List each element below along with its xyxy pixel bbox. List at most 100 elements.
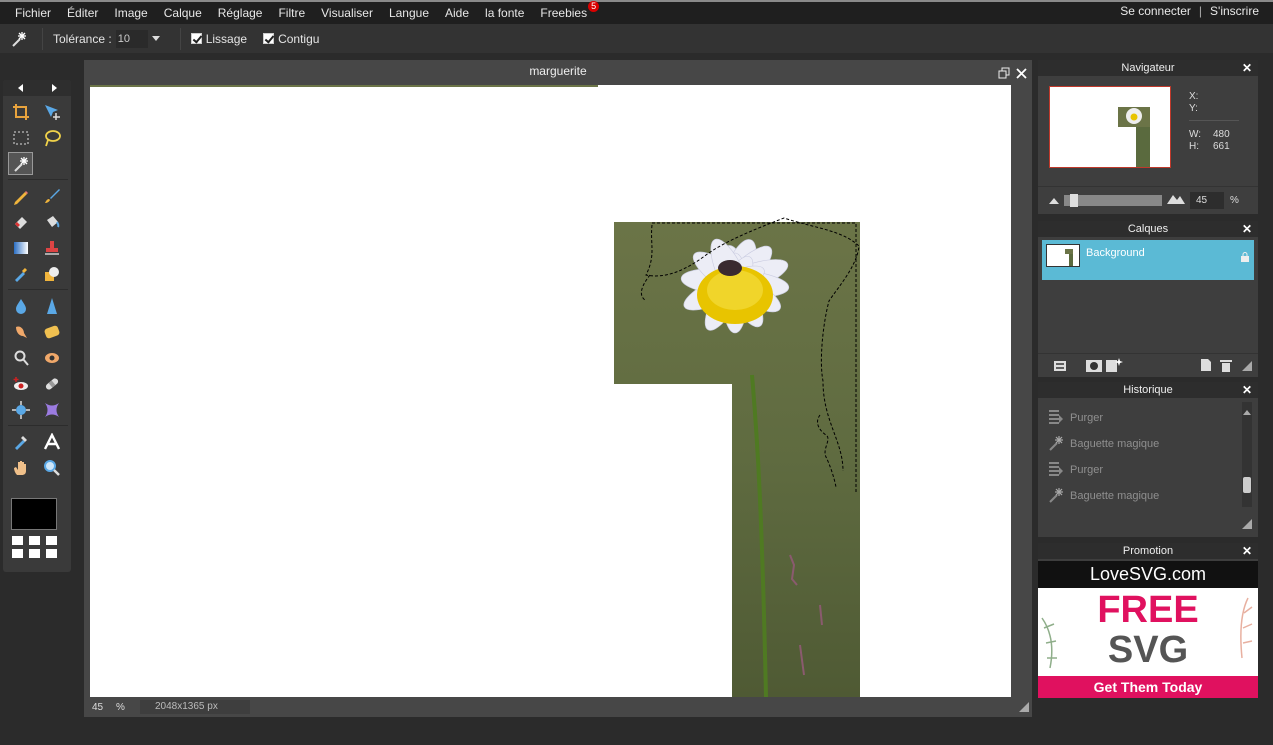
menu-language[interactable]: Langue xyxy=(381,6,437,20)
history-item[interactable]: Baguette magique xyxy=(1048,434,1159,454)
smudge-tool[interactable] xyxy=(8,320,33,343)
smoothing-checkbox[interactable] xyxy=(190,33,202,44)
options-divider xyxy=(42,27,43,50)
promotion-title: Promotion xyxy=(1122,545,1174,557)
brush-tool[interactable] xyxy=(39,184,64,207)
menu-help[interactable]: Aide xyxy=(437,6,477,20)
grid-cell xyxy=(29,549,40,558)
sharpen-tool[interactable] xyxy=(39,294,64,317)
toolbox-right-arrow-icon[interactable] xyxy=(51,84,57,92)
history-item-label: Purger xyxy=(1070,464,1104,476)
grid-cell xyxy=(12,536,23,545)
layers-close-icon[interactable]: ✕ xyxy=(1242,221,1252,237)
menu-file[interactable]: Fichier xyxy=(7,6,59,20)
history-item[interactable]: Baguette magique xyxy=(1048,486,1159,506)
zoom-slider[interactable] xyxy=(1064,194,1162,207)
history-titlebar[interactable]: Historique ✕ xyxy=(1038,382,1258,398)
login-link[interactable]: Se connecter xyxy=(1120,4,1191,18)
tool-divider xyxy=(8,289,68,290)
menu-filter[interactable]: Filtre xyxy=(270,6,313,20)
layer-style-icon[interactable] xyxy=(1106,357,1124,376)
navigator-zoom-input[interactable]: 45 xyxy=(1190,192,1224,209)
move-tool[interactable] xyxy=(39,100,64,123)
resize-grip-icon[interactable] xyxy=(1019,702,1029,715)
spot-heal-tool[interactable] xyxy=(39,372,64,395)
history-scrollbar[interactable] xyxy=(1242,402,1252,507)
sponge-tool[interactable] xyxy=(39,320,64,343)
navigator-divider xyxy=(1189,120,1239,121)
restore-icon[interactable] xyxy=(998,64,1010,86)
magic-wand-tool[interactable] xyxy=(8,152,33,175)
navigator-panel: Navigateur ✕ X: Y: W: 480 H: 661 45 % xyxy=(1038,60,1258,214)
burn-tool[interactable] xyxy=(39,346,64,369)
layers-titlebar[interactable]: Calques ✕ xyxy=(1038,221,1258,237)
layer-row[interactable]: Background xyxy=(1042,240,1254,280)
document-titlebar[interactable]: marguerite xyxy=(84,60,1032,82)
menu-view[interactable]: Visualiser xyxy=(313,6,381,20)
panel-resize-icon[interactable] xyxy=(1242,360,1252,374)
history-item[interactable]: Purger xyxy=(1048,460,1103,480)
layer-mask-icon[interactable] xyxy=(1086,359,1102,376)
delete-layer-icon[interactable] xyxy=(1220,358,1232,375)
zoom-slider-thumb[interactable] xyxy=(1070,194,1078,207)
tolerance-dropdown-icon[interactable] xyxy=(151,36,160,41)
ad-cta-button[interactable]: Get Them Today xyxy=(1038,676,1258,698)
clone-stamp-tool[interactable] xyxy=(39,236,64,259)
paint-bucket-tool[interactable] xyxy=(39,210,64,233)
grid-cell xyxy=(12,549,23,558)
bloat-tool[interactable] xyxy=(8,398,33,421)
tolerance-input[interactable]: 10 xyxy=(115,29,148,48)
menu-font[interactable]: la fonte xyxy=(477,6,532,20)
navigator-zoom-unit: % xyxy=(1230,195,1239,206)
promotion-close-icon[interactable]: ✕ xyxy=(1242,543,1252,559)
close-icon[interactable] xyxy=(1016,64,1027,86)
signup-link[interactable]: S'inscrire xyxy=(1210,4,1259,18)
shape-tool[interactable] xyxy=(39,262,64,285)
color-replace-tool[interactable] xyxy=(8,262,33,285)
image-canvas[interactable] xyxy=(90,85,1011,697)
grid-toggle[interactable] xyxy=(12,536,57,558)
toolbox-left-arrow-icon[interactable] xyxy=(17,84,23,92)
pinch-tool[interactable] xyxy=(39,398,64,421)
zoom-tool[interactable] xyxy=(39,456,64,479)
menu-layer[interactable]: Calque xyxy=(156,6,210,20)
panel-resize-icon[interactable] xyxy=(1242,518,1252,532)
dodge-tool[interactable] xyxy=(8,346,33,369)
zoom-input[interactable]: 45 xyxy=(84,702,110,713)
document-window: marguerite 45 % 2048x1365 px xyxy=(84,60,1032,717)
grid-cell xyxy=(29,536,40,545)
eraser-tool[interactable] xyxy=(8,210,33,233)
color-picker-tool[interactable] xyxy=(8,430,33,453)
foreground-color-swatch[interactable] xyxy=(11,498,57,530)
menu-image[interactable]: Image xyxy=(106,6,155,20)
scroll-up-icon[interactable] xyxy=(1243,404,1251,418)
blur-tool[interactable] xyxy=(8,294,33,317)
promotion-ad[interactable]: LoveSVG.com FREE SVG Get Them Today xyxy=(1038,561,1258,698)
navigator-thumbnail[interactable] xyxy=(1049,86,1171,168)
new-layer-icon[interactable] xyxy=(1200,358,1212,375)
crop-tool[interactable] xyxy=(8,100,33,123)
zoom-out-icon[interactable] xyxy=(1048,194,1060,208)
zoom-in-icon[interactable] xyxy=(1166,193,1186,208)
history-item[interactable]: Purger xyxy=(1048,408,1103,428)
toolbox xyxy=(3,80,71,572)
menu-adjustment[interactable]: Réglage xyxy=(210,6,271,20)
red-eye-tool[interactable] xyxy=(8,372,33,395)
pencil-tool[interactable] xyxy=(8,184,33,207)
promotion-titlebar[interactable]: Promotion ✕ xyxy=(1038,543,1258,559)
gradient-tool[interactable] xyxy=(8,236,33,259)
canvas-image xyxy=(90,85,860,697)
navigator-close-icon[interactable]: ✕ xyxy=(1242,60,1252,76)
history-scrollbar-thumb[interactable] xyxy=(1243,477,1251,493)
navigator-titlebar[interactable]: Navigateur ✕ xyxy=(1038,60,1258,76)
marquee-tool[interactable] xyxy=(8,126,33,149)
type-tool[interactable] xyxy=(39,430,64,453)
layer-settings-icon[interactable] xyxy=(1053,359,1067,376)
document-title: marguerite xyxy=(529,64,587,78)
menu-edit[interactable]: Éditer xyxy=(59,6,106,20)
menu-freebies[interactable]: Freebies 5 xyxy=(532,1,600,20)
history-close-icon[interactable]: ✕ xyxy=(1242,382,1252,398)
contiguous-checkbox[interactable] xyxy=(263,33,275,44)
hand-tool[interactable] xyxy=(8,456,33,479)
lasso-tool[interactable] xyxy=(39,126,64,149)
